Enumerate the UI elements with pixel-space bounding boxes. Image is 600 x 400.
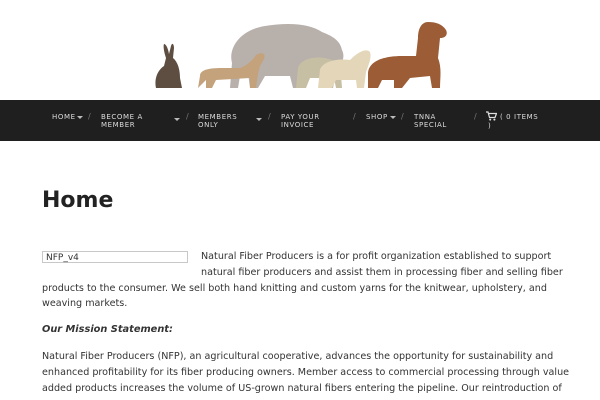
shopping-cart-icon bbox=[486, 111, 497, 121]
nav-item-label: MEMBER bbox=[101, 121, 136, 129]
nav-item-become-a-member[interactable]: BECOME A MEMBER bbox=[101, 113, 143, 129]
nav-item-label: BECOME A bbox=[101, 113, 143, 121]
chevron-down-icon[interactable] bbox=[77, 116, 83, 119]
rabbit-icon bbox=[155, 43, 182, 88]
intro-text: natural fiber producers and assist them … bbox=[201, 267, 563, 278]
cart-count: ( 0 ITEMS bbox=[500, 113, 539, 121]
nav-separator: / bbox=[401, 112, 404, 121]
chevron-down-icon[interactable] bbox=[390, 116, 396, 119]
mission-heading: Our Mission Statement: bbox=[42, 324, 173, 335]
mission-text: Natural Fiber Producers (NFP), an agricu… bbox=[42, 351, 554, 362]
nav-item-pay-your-invoice[interactable]: PAY YOUR INVOICE bbox=[281, 113, 320, 129]
chevron-down-icon[interactable] bbox=[174, 118, 180, 121]
mission-text: added products increases the volume of U… bbox=[42, 383, 562, 394]
nav-separator: / bbox=[88, 112, 91, 121]
nav-item-label: SPECIAL bbox=[414, 121, 447, 129]
chevron-down-icon[interactable] bbox=[256, 118, 262, 121]
intro-text: products to the consumer. We sell both h… bbox=[42, 283, 547, 294]
nav-item-shop[interactable]: SHOP bbox=[366, 113, 388, 121]
logo-image-placeholder: NFP_v4 bbox=[42, 251, 188, 263]
nav-item-label: INVOICE bbox=[281, 121, 315, 129]
intro-text: Natural Fiber Producers is a for profit … bbox=[201, 251, 552, 262]
intro-text: weaving markets. bbox=[42, 298, 128, 309]
cart-count-close: ) bbox=[488, 122, 492, 130]
main-navigation: HOME / BECOME A MEMBER / MEMBERS ONLY / … bbox=[0, 100, 600, 141]
site-header bbox=[0, 0, 600, 100]
fiber-animals-logo[interactable] bbox=[150, 18, 455, 90]
mission-text: enhanced profitability for its fiber pro… bbox=[42, 367, 570, 378]
nav-item-members-only[interactable]: MEMBERS ONLY bbox=[198, 113, 237, 129]
nav-item-label: SHOP bbox=[366, 113, 388, 121]
nav-item-tnna-special[interactable]: TNNA SPECIAL bbox=[414, 113, 447, 129]
alpaca-icon bbox=[368, 22, 447, 88]
nav-item-label: HOME bbox=[52, 113, 76, 121]
nav-item-label: PAY YOUR bbox=[281, 113, 320, 121]
nav-item-label: TNNA bbox=[414, 113, 436, 121]
nav-separator: / bbox=[268, 112, 271, 121]
nav-separator: / bbox=[186, 112, 189, 121]
page-title: Home bbox=[42, 188, 114, 213]
nav-item-label: ONLY bbox=[198, 121, 219, 129]
nav-separator: / bbox=[353, 112, 356, 121]
nav-separator: / bbox=[474, 112, 477, 121]
nav-item-home[interactable]: HOME bbox=[52, 113, 76, 121]
nav-item-label: MEMBERS bbox=[198, 113, 238, 121]
